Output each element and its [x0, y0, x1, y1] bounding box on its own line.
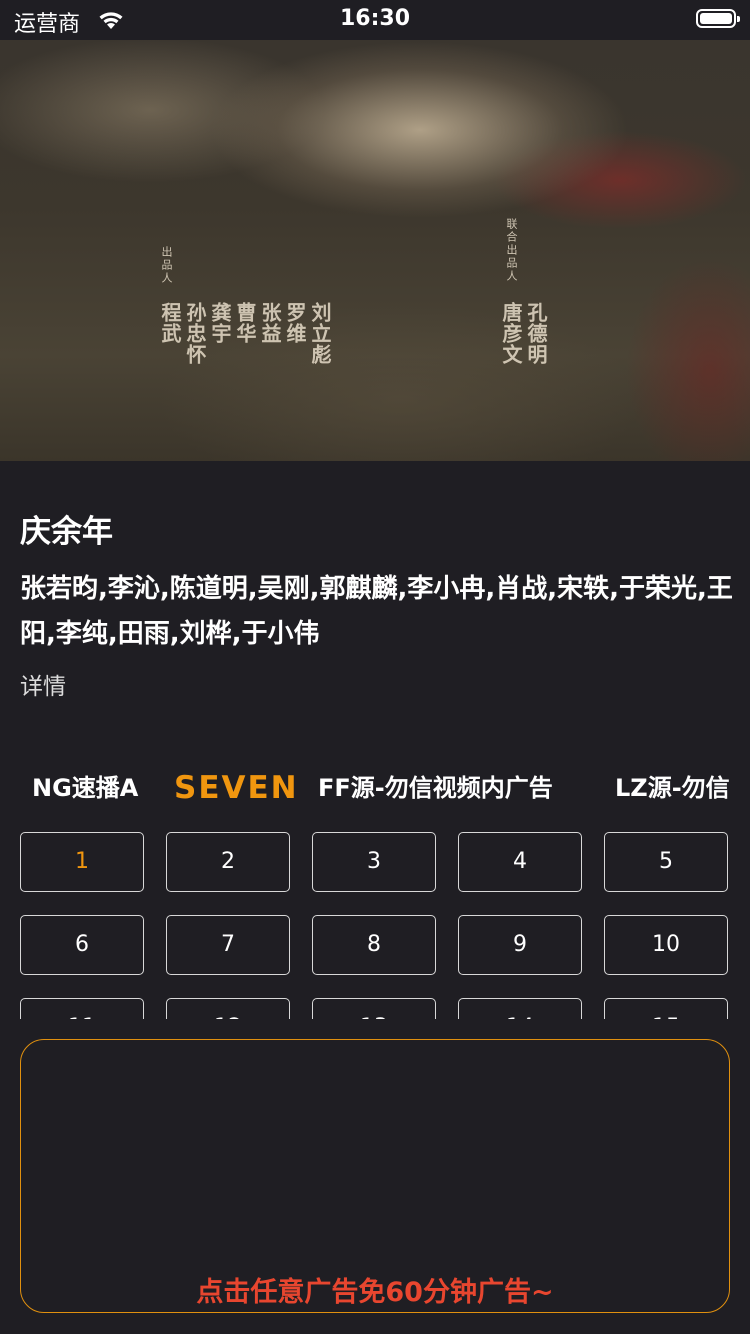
credit-name: 罗维 [283, 302, 307, 344]
ad-promo-text[interactable]: 点击任意广告免60分钟广告~ [0, 1270, 750, 1309]
episode-grid: 123456789101112131415 [20, 832, 732, 1019]
episode-button[interactable]: 14 [458, 998, 582, 1019]
episode-button[interactable]: 5 [604, 832, 728, 892]
battery-icon [696, 9, 740, 28]
show-title: 庆余年 [20, 514, 113, 550]
status-bar: 运营商 16:30 [0, 0, 750, 40]
credit-name: 曹华 [233, 302, 257, 344]
episode-button[interactable]: 1 [20, 832, 144, 892]
credit-name: 刘立彪 [308, 302, 332, 365]
clock: 16:30 [339, 6, 411, 31]
credit-name: 程武 [158, 302, 182, 344]
credit-heading-co-producers: 联合出品人 [505, 218, 518, 283]
credit-name: 唐彦文 [499, 302, 523, 365]
episode-button[interactable]: 4 [458, 832, 582, 892]
episode-button[interactable]: 13 [312, 998, 436, 1019]
episode-button[interactable]: 15 [604, 998, 728, 1019]
episode-button[interactable]: 7 [166, 915, 290, 975]
episode-button[interactable]: 8 [312, 915, 436, 975]
episode-button[interactable]: 3 [312, 832, 436, 892]
source-tab[interactable]: SEVEN [174, 766, 299, 810]
credit-name: 孔德明 [524, 302, 548, 365]
source-tab[interactable]: LZ源-勿信视频内广告 [615, 766, 730, 810]
source-tab[interactable]: NG速播A [32, 766, 138, 810]
source-tab[interactable]: FF源-勿信视频内广告 [318, 766, 553, 810]
episode-button[interactable]: 2 [166, 832, 290, 892]
credit-name: 龚宇 [208, 302, 232, 344]
credit-heading-producers: 出品人 [160, 246, 173, 285]
episode-button[interactable]: 6 [20, 915, 144, 975]
credit-name: 孙忠怀 [183, 302, 207, 365]
details-link[interactable]: 详情 [20, 667, 66, 701]
cast-list: 张若昀,李沁,陈道明,吴刚,郭麒麟,李小冉,肖战,宋轶,于荣光,王阳,李纯,田雨… [20, 574, 733, 649]
source-tabs: NG速播A SEVEN FF源-勿信视频内广告 LZ源-勿信视频内广告 [0, 766, 730, 810]
credit-name: 张益 [258, 302, 282, 344]
episode-button[interactable]: 9 [458, 915, 582, 975]
episode-button[interactable]: 12 [166, 998, 290, 1019]
episode-button[interactable]: 11 [20, 998, 144, 1019]
video-player[interactable]: 出品人 刘立彪 罗维 张益 曹华 龚宇 孙忠怀 程武 联合出品人 孔德明 唐彦文 [0, 40, 750, 461]
episode-button[interactable]: 10 [604, 915, 728, 975]
